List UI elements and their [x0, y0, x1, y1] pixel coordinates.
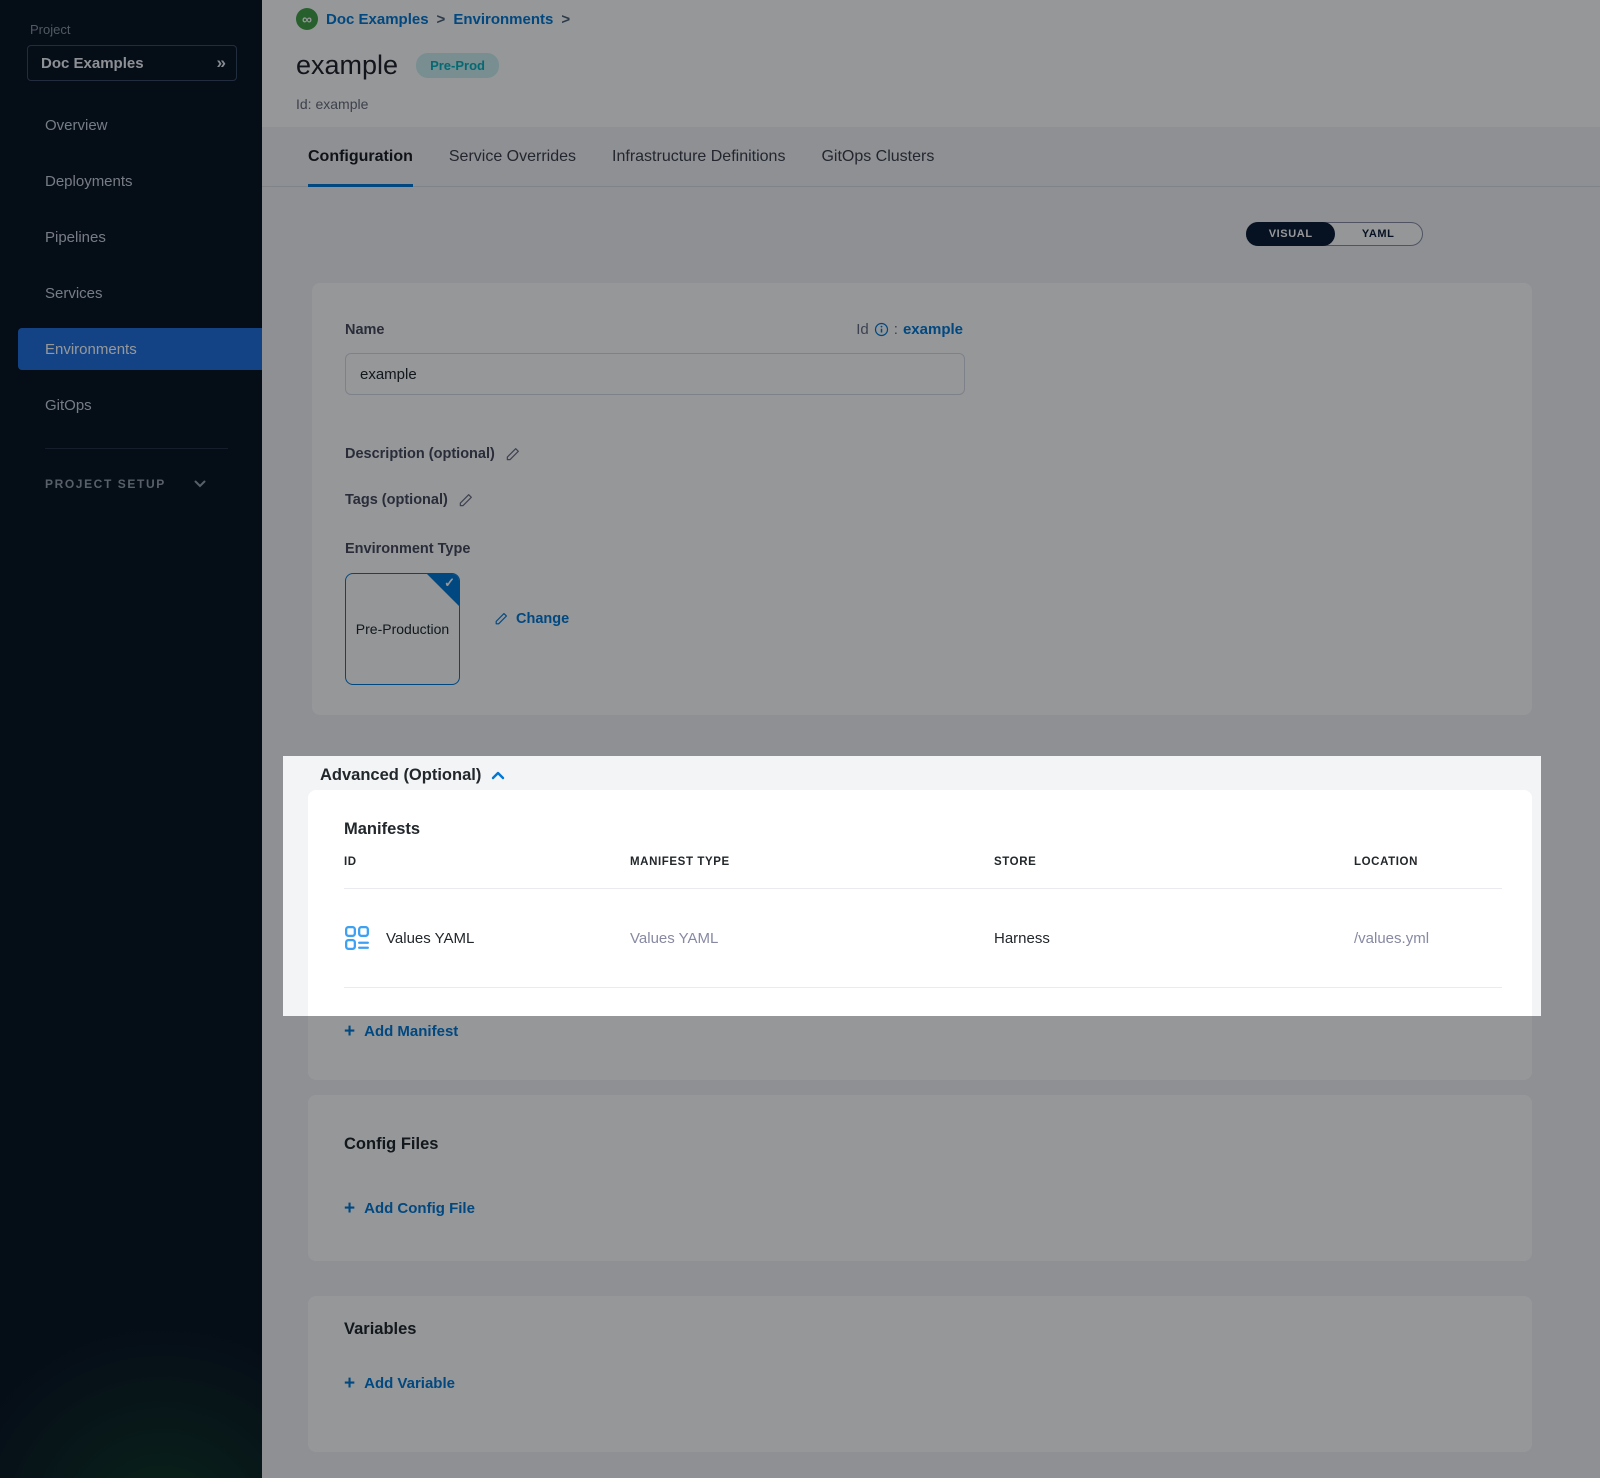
variables-title: Variables	[344, 1320, 416, 1339]
manifest-id: Values YAML	[386, 930, 474, 947]
add-variable-button[interactable]: + Add Variable	[344, 1374, 455, 1393]
env-type-badge: Pre-Prod	[416, 53, 499, 78]
id-hint: Id : example	[856, 321, 963, 338]
sidebar-item-deployments[interactable]: Deployments	[0, 153, 262, 209]
breadcrumb-link-environments[interactable]: Environments	[453, 11, 553, 28]
column-store: STORE	[994, 856, 1354, 868]
name-input[interactable]	[345, 353, 965, 395]
tab-bar: Configuration Service Overrides Infrastr…	[262, 127, 1600, 187]
manifest-store: Harness	[994, 930, 1354, 947]
add-variable-label: Add Variable	[364, 1375, 455, 1392]
entity-id: Id: example	[296, 96, 368, 112]
info-icon[interactable]	[874, 322, 889, 337]
sidebar-item-services[interactable]: Services	[0, 265, 262, 321]
sidebar-item-label: Deployments	[45, 173, 133, 190]
sidebar-item-overview[interactable]: Overview	[0, 97, 262, 153]
chevron-up-icon	[491, 771, 505, 780]
column-manifest-type: MANIFEST TYPE	[630, 856, 994, 868]
toggle-visual[interactable]: VISUAL	[1246, 222, 1335, 246]
infinity-glyph: ∞	[302, 11, 312, 27]
config-files-card: Config Files + Add Config File	[308, 1095, 1532, 1261]
page-title: example	[296, 50, 398, 81]
id-value-link[interactable]: example	[903, 321, 963, 338]
tab-service-overrides[interactable]: Service Overrides	[449, 127, 576, 187]
config-files-title: Config Files	[344, 1135, 438, 1154]
variables-card: Variables + Add Variable	[308, 1296, 1532, 1452]
breadcrumb-separator: >	[437, 11, 446, 28]
edit-pencil-icon[interactable]	[458, 493, 473, 508]
sidebar-item-label: Services	[45, 285, 103, 302]
add-manifest-button[interactable]: + Add Manifest	[344, 1022, 458, 1041]
project-setup-label: PROJECT SETUP	[45, 477, 166, 491]
sidebar-item-label: Environments	[45, 341, 137, 358]
sidebar-item-label: Pipelines	[45, 229, 106, 246]
project-setup-toggle[interactable]: PROJECT SETUP	[45, 477, 235, 491]
project-label: Project	[30, 22, 70, 37]
sidebar-nav: Overview Deployments Pipelines Services …	[0, 97, 262, 433]
sidebar-item-environments[interactable]: Environments	[18, 328, 262, 370]
add-config-file-button[interactable]: + Add Config File	[344, 1199, 475, 1218]
name-label: Name	[345, 322, 385, 338]
check-icon: ✓	[444, 575, 455, 591]
manifest-table-row[interactable]: Values YAML Values YAML Harness /values.…	[344, 888, 1502, 988]
tab-configuration[interactable]: Configuration	[308, 127, 413, 187]
harness-environment-page: Project Doc Examples » Overview Deployme…	[0, 0, 1600, 1478]
add-manifest-label: Add Manifest	[364, 1023, 458, 1040]
tab-gitops-clusters[interactable]: GitOps Clusters	[821, 127, 934, 187]
tab-infrastructure-definitions[interactable]: Infrastructure Definitions	[612, 127, 785, 187]
plus-icon: +	[344, 1022, 355, 1041]
manifests-title: Manifests	[344, 820, 420, 839]
column-id: ID	[344, 856, 630, 868]
tags-label: Tags (optional)	[345, 492, 448, 508]
sidebar-item-gitops[interactable]: GitOps	[0, 377, 262, 433]
advanced-title: Advanced (Optional)	[320, 766, 481, 785]
change-environment-type-button[interactable]: Change	[494, 611, 569, 627]
column-location: LOCATION	[1354, 856, 1502, 868]
title-row: example Pre-Prod	[296, 50, 499, 81]
description-label: Description (optional)	[345, 446, 495, 462]
project-name: Doc Examples	[41, 55, 217, 72]
values-yaml-manifest-icon	[344, 925, 370, 951]
id-separator: :	[894, 321, 898, 338]
edit-pencil-icon[interactable]	[505, 447, 520, 462]
harness-cd-icon: ∞	[296, 8, 318, 30]
tags-edit[interactable]: Tags (optional)	[345, 492, 473, 508]
advanced-section-toggle[interactable]: Advanced (Optional)	[320, 766, 505, 785]
environment-type-label: Environment Type	[345, 541, 470, 557]
sidebar-item-label: GitOps	[45, 397, 92, 414]
toggle-yaml[interactable]: YAML	[1334, 223, 1422, 245]
plus-icon: +	[344, 1199, 355, 1218]
id-prefix: Id	[856, 321, 869, 338]
change-label: Change	[516, 611, 569, 627]
environment-type-value: Pre-Production	[348, 620, 457, 639]
edit-pencil-icon	[494, 612, 508, 626]
breadcrumb-separator: >	[561, 11, 570, 28]
visual-yaml-toggle[interactable]: VISUAL YAML	[1246, 222, 1423, 246]
manifests-card: Manifests ID MANIFEST TYPE STORE LOCATIO…	[308, 790, 1532, 1080]
manifest-location: /values.yml	[1354, 930, 1502, 947]
sidebar-item-pipelines[interactable]: Pipelines	[0, 209, 262, 265]
project-selector[interactable]: Doc Examples »	[27, 45, 237, 81]
chevron-down-icon	[194, 480, 206, 488]
breadcrumb: ∞ Doc Examples > Environments >	[296, 8, 570, 30]
manifests-table-header: ID MANIFEST TYPE STORE LOCATION	[344, 856, 1502, 868]
sidebar-collapse-icon[interactable]: »	[217, 53, 224, 73]
environment-config-card: Name Id : example Description (optional)…	[312, 283, 1532, 715]
sidebar-item-label: Overview	[45, 117, 108, 134]
manifest-type: Values YAML	[630, 930, 994, 947]
environment-type-tile-preproduction[interactable]: ✓ Pre-Production	[345, 573, 460, 685]
add-config-file-label: Add Config File	[364, 1200, 475, 1217]
sidebar-divider	[45, 448, 228, 449]
plus-icon: +	[344, 1374, 355, 1393]
page-header: ∞ Doc Examples > Environments > example …	[262, 0, 1600, 127]
description-edit[interactable]: Description (optional)	[345, 446, 520, 462]
breadcrumb-link-project[interactable]: Doc Examples	[326, 11, 429, 28]
sidebar: Project Doc Examples » Overview Deployme…	[0, 0, 262, 1478]
